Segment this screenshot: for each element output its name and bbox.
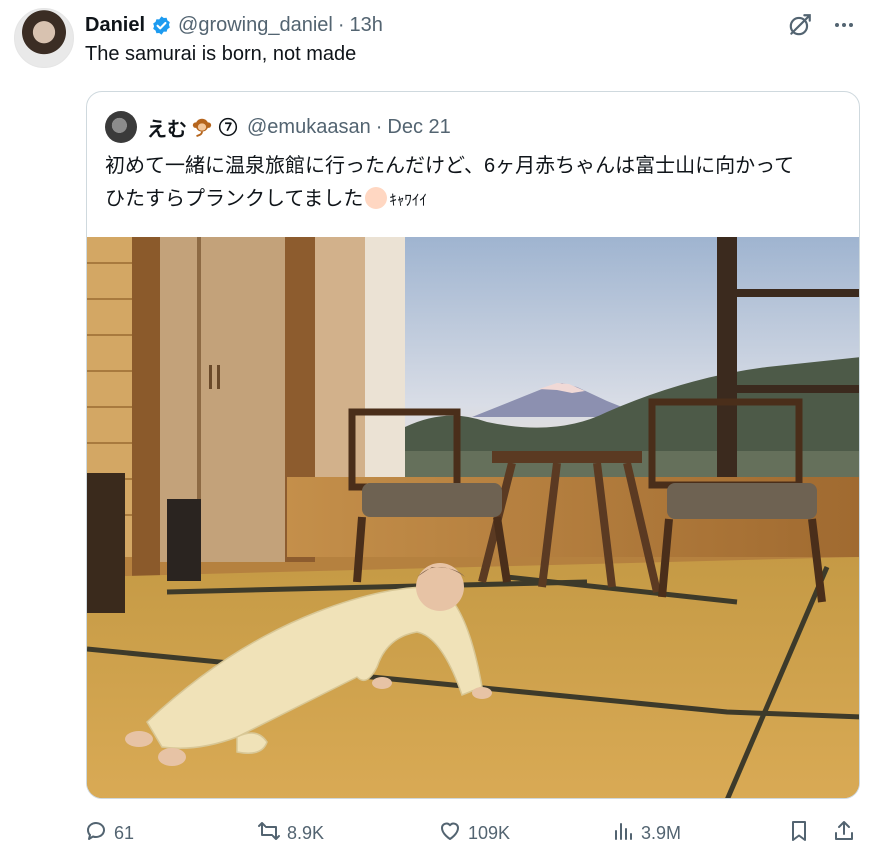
like-icon: [438, 819, 462, 848]
quoted-text-line-2-suffix: ｷｬﾜｲｲ: [389, 192, 427, 209]
quoted-tweet[interactable]: えむ @emukaasan · Dec 21 初めて一緒に温泉旅館に行ったんだけ…: [86, 91, 860, 799]
tweet-header: Daniel @growing_daniel · 13h: [85, 10, 858, 40]
quoted-author-name: えむ: [147, 118, 187, 141]
verified-badge-icon: [151, 15, 172, 36]
views-button[interactable]: 3.9M: [611, 818, 681, 848]
tweet-actions: 61 8.9K 109K 3.9M: [84, 818, 864, 848]
bookmark-button[interactable]: [787, 818, 811, 848]
views-count: 3.9M: [641, 822, 682, 843]
share-icon: [832, 819, 856, 848]
quoted-date: Dec 21: [387, 115, 451, 138]
more-icon[interactable]: [830, 11, 858, 39]
like-button[interactable]: 109K: [438, 818, 510, 848]
reply-icon: [84, 819, 108, 848]
author-handle[interactable]: @growing_daniel: [178, 14, 333, 37]
author-name[interactable]: Daniel: [85, 14, 145, 37]
circled-seven-icon: [217, 116, 239, 138]
repost-count: 8.9K: [287, 822, 325, 843]
grok-icon[interactable]: [786, 11, 814, 39]
tweet-time[interactable]: 13h: [350, 14, 383, 37]
reply-count: 61: [114, 822, 135, 843]
repost-icon: [257, 819, 281, 848]
quoted-handle: @emukaasan: [247, 115, 371, 138]
quoted-header: えむ @emukaasan · Dec 21: [105, 110, 451, 144]
reply-button[interactable]: 61: [84, 818, 134, 848]
quoted-text-line-1: 初めて一緒に温泉旅館に行ったんだけど、6ヶ月赤ちゃんは富士山に向かって: [105, 155, 795, 177]
separator-dot: ·: [337, 13, 345, 36]
quoted-text-line-2-main: ひたすらプランクしてました: [105, 188, 364, 210]
share-button[interactable]: [832, 818, 856, 848]
monkey-emoji-icon: [191, 116, 213, 138]
baby-face-emoji-icon: [365, 187, 388, 209]
quoted-photo[interactable]: [87, 237, 859, 798]
author-avatar[interactable]: [14, 8, 74, 68]
quoted-text: 初めて一緒に温泉旅館に行ったんだけど、6ヶ月赤ちゃんは富士山に向かって ひたすら…: [105, 150, 841, 217]
quoted-text-line-2: ひたすらプランクしてました ｷｬﾜｲｲ: [105, 183, 841, 217]
bookmark-icon: [787, 819, 811, 848]
quoted-avatar: [105, 111, 137, 143]
repost-button[interactable]: 8.9K: [257, 818, 324, 848]
like-count: 109K: [468, 822, 511, 843]
quoted-separator-dot: ·: [375, 115, 383, 138]
views-icon: [611, 819, 635, 848]
tweet-text: The samurai is born, not made: [85, 43, 357, 65]
